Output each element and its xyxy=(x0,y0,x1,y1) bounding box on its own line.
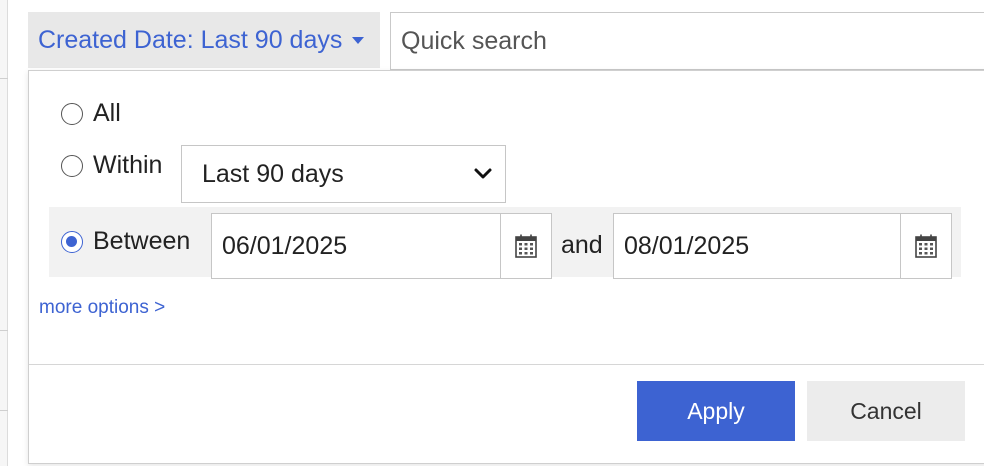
quick-search-input[interactable] xyxy=(390,12,984,70)
option-between-row[interactable]: Between xyxy=(61,227,190,256)
radio-all[interactable] xyxy=(61,102,83,125)
and-label: and xyxy=(561,231,603,259)
option-within-row[interactable]: Within xyxy=(61,151,162,180)
left-rail xyxy=(0,0,8,466)
start-date-input[interactable] xyxy=(222,231,482,261)
chevron-down-icon xyxy=(474,168,492,179)
cancel-button[interactable]: Cancel xyxy=(807,381,965,441)
within-select-value: Last 90 days xyxy=(202,159,344,188)
date-filter-dropdown: All Within Last 90 days Between a xyxy=(28,70,984,464)
end-date-input[interactable] xyxy=(624,231,884,261)
start-date-field[interactable] xyxy=(211,213,501,279)
option-all-row[interactable]: All xyxy=(61,99,121,128)
start-date-calendar-button[interactable] xyxy=(500,213,552,279)
panel-divider xyxy=(29,364,984,365)
option-between-label: Between xyxy=(93,227,191,255)
calendar-icon xyxy=(515,234,537,258)
end-date-calendar-button[interactable] xyxy=(900,213,952,279)
rail-divider xyxy=(0,78,8,79)
option-all-label: All xyxy=(93,99,121,127)
created-date-filter-button[interactable]: Created Date: Last 90 days xyxy=(28,12,380,68)
radio-between[interactable] xyxy=(61,230,83,253)
rail-divider xyxy=(0,330,8,331)
calendar-icon xyxy=(915,234,937,258)
rail-divider xyxy=(0,410,8,411)
apply-button[interactable]: Apply xyxy=(637,381,795,441)
within-period-select[interactable]: Last 90 days xyxy=(181,145,506,203)
filter-chip-label: Created Date: Last 90 days xyxy=(38,25,343,54)
more-options-link[interactable]: more options > xyxy=(39,297,165,319)
radio-within[interactable] xyxy=(61,154,83,177)
option-within-label: Within xyxy=(93,151,163,179)
caret-down-icon xyxy=(352,36,365,44)
end-date-field[interactable] xyxy=(613,213,901,279)
